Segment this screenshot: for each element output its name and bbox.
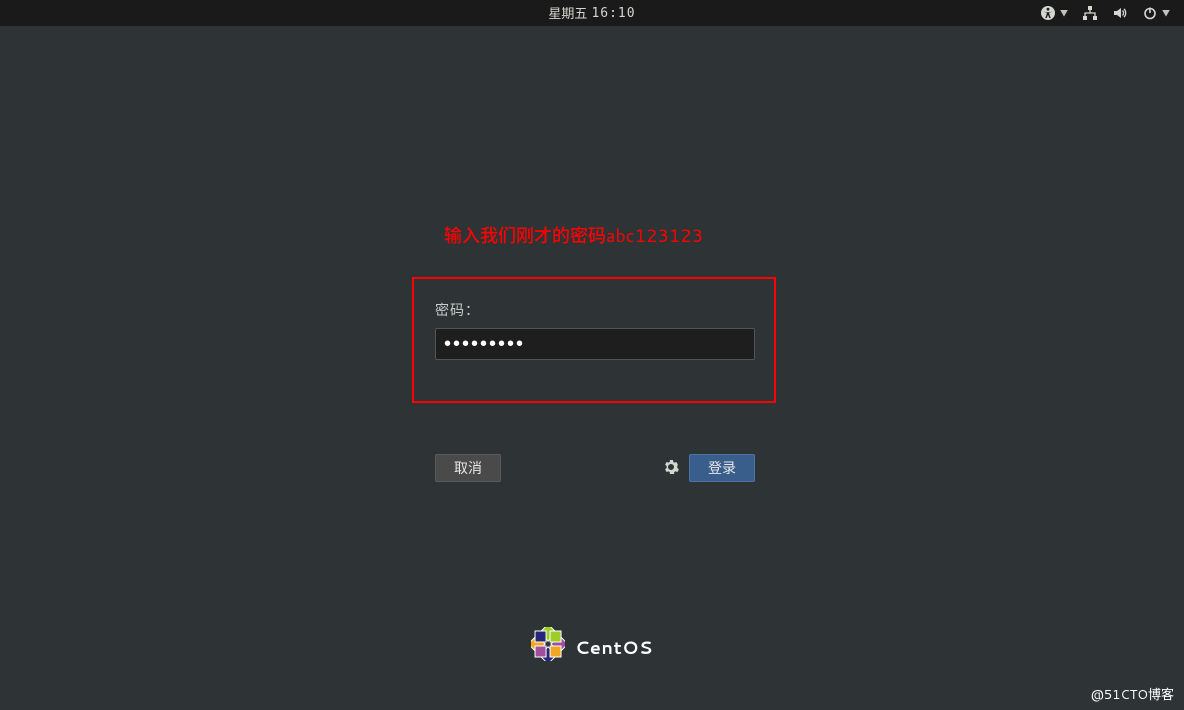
- annotation-text: 输入我们刚才的密码abc123123: [444, 222, 703, 248]
- power-menu[interactable]: ▼: [1142, 5, 1170, 21]
- network-icon: [1082, 5, 1098, 21]
- login-panel: 密码：: [435, 300, 755, 360]
- centos-logo-icon: [531, 627, 565, 667]
- password-input[interactable]: [435, 328, 755, 360]
- status-area: ▼ ▼: [1040, 0, 1170, 26]
- login-button[interactable]: 登录: [689, 454, 755, 482]
- network-menu[interactable]: [1082, 5, 1098, 21]
- cancel-button[interactable]: 取消: [435, 454, 501, 482]
- time-label: 16:10: [591, 6, 635, 21]
- session-options-button[interactable]: [663, 454, 679, 482]
- power-icon: [1142, 5, 1158, 21]
- watermark: @51CTO博客: [1091, 684, 1174, 704]
- clock-area[interactable]: 星期五 16:10: [548, 3, 635, 23]
- chevron-down-icon: ▼: [1060, 7, 1068, 19]
- password-label: 密码：: [435, 300, 755, 320]
- login-buttons: 取消 登录: [435, 454, 755, 482]
- accessibility-icon: [1040, 5, 1056, 21]
- password-row: [435, 328, 755, 360]
- chevron-down-icon: ▼: [1162, 7, 1170, 19]
- top-bar: 星期五 16:10 ▼ ▼: [0, 0, 1184, 26]
- os-brand: CentOS: [531, 627, 653, 667]
- os-brand-name: CentOS: [575, 634, 653, 660]
- gear-icon: [663, 459, 679, 478]
- volume-menu[interactable]: [1112, 5, 1128, 21]
- volume-icon: [1112, 5, 1128, 21]
- accessibility-menu[interactable]: ▼: [1040, 5, 1068, 21]
- day-label: 星期五: [548, 3, 587, 23]
